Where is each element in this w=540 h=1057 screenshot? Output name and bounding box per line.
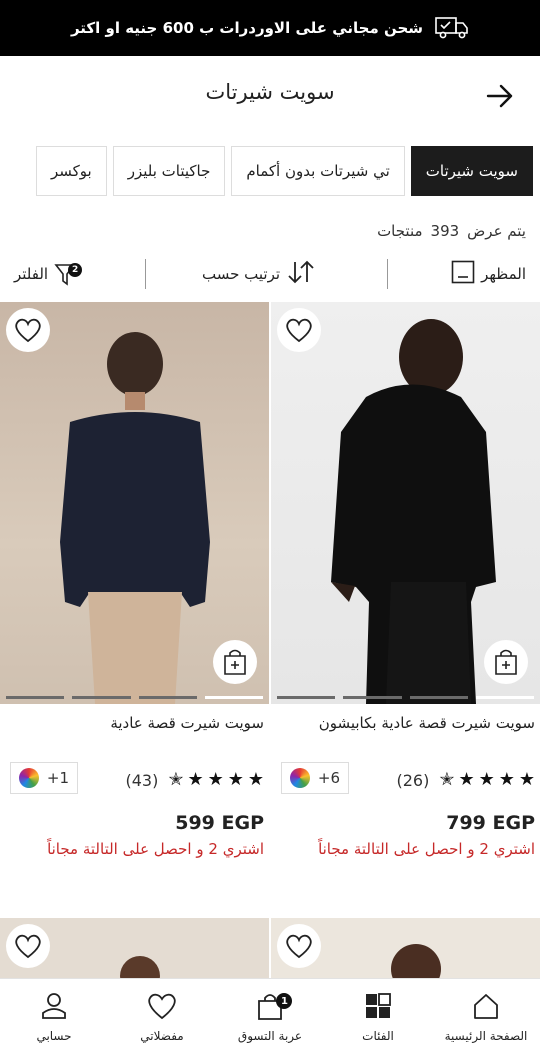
sort-button[interactable]: ترتيب حسب <box>202 256 316 292</box>
bottom-nav: الصفحة الرئيسية الفئات 1 عربة التسوق مفض… <box>0 978 540 1057</box>
rating-count: (26) <box>396 770 430 790</box>
product-promo: اشتري 2 و احصل على التالتة مجاناً <box>47 840 264 858</box>
color-wheel-icon <box>290 768 310 788</box>
filter-icon: 2 <box>54 261 83 287</box>
nav-categories[interactable]: الفئات <box>324 979 432 1057</box>
heart-icon <box>147 991 177 1025</box>
filter-button[interactable]: الفلتر 2 <box>14 256 83 292</box>
color-count: +1 <box>46 769 69 787</box>
categories-icon <box>363 991 393 1025</box>
filter-label: الفلتر <box>14 265 49 283</box>
star-icon: ★ <box>227 769 244 790</box>
promo-bar: شحن مجاني على الاوردرات ب 600 جنيه او اك… <box>0 0 540 56</box>
nav-wishlist[interactable]: مفضلاتي <box>108 979 216 1057</box>
nav-label: الصفحة الرئيسية <box>444 1029 528 1043</box>
filter-badge: 2 <box>68 263 83 277</box>
listing-toolbar: المظهر ترتيب حسب الفلتر 2 <box>0 256 540 292</box>
page-header: سويت شيرتات <box>0 56 540 136</box>
star-icon: ★ <box>498 769 515 790</box>
view-icon <box>451 260 475 288</box>
star-half-icon: ✭ <box>168 769 184 790</box>
star-icon: ★ <box>478 769 495 790</box>
truck-icon <box>435 16 469 40</box>
result-count: يتم عرض 393 منتجات <box>377 222 526 240</box>
add-to-cart-button[interactable] <box>213 640 257 684</box>
product-price: 799 EGP <box>446 812 535 834</box>
nav-cart[interactable]: 1 عربة التسوق <box>216 979 324 1057</box>
star-icon: ★ <box>207 769 224 790</box>
star-icon: ★ <box>458 769 475 790</box>
page-title: سويت شيرتات <box>205 80 335 104</box>
product-rating: ★ ★ ★ ★ ✭ (26) <box>397 768 536 792</box>
product-price: 599 EGP <box>175 812 264 834</box>
color-count: +6 <box>317 769 340 787</box>
user-icon <box>39 991 69 1025</box>
view-toggle[interactable]: المظهر <box>451 256 526 292</box>
chip-boxers[interactable]: بوكسر <box>35 146 107 196</box>
add-to-cart-button[interactable] <box>484 640 528 684</box>
sort-label: ترتيب حسب <box>202 265 281 283</box>
product-name[interactable]: سويت شيرت قصة عادية بكابيشون <box>319 714 535 732</box>
color-variants-button[interactable]: +1 <box>10 762 78 794</box>
star-icon: ★ <box>518 769 535 790</box>
nav-label: عربة التسوق <box>237 1029 303 1043</box>
wishlist-button[interactable] <box>6 924 50 968</box>
nav-home[interactable]: الصفحة الرئيسية <box>432 979 540 1057</box>
wishlist-button[interactable] <box>277 308 321 352</box>
arrow-right-icon[interactable] <box>484 80 516 112</box>
promo-text: شحن مجاني على الاوردرات ب 600 جنيه او اك… <box>70 19 424 37</box>
nav-label: مفضلاتي <box>140 1029 184 1043</box>
rating-count: (43) <box>125 770 159 790</box>
nav-label: الفئات <box>362 1029 394 1043</box>
image-carousel-dots <box>6 696 263 699</box>
star-icon: ★ <box>247 769 264 790</box>
view-label: المظهر <box>481 265 526 283</box>
home-icon <box>471 991 501 1025</box>
chip-sweatshirts[interactable]: سويت شيرتات <box>410 146 533 196</box>
nav-label: حسابي <box>36 1029 72 1043</box>
chip-sleeveless-tshirts[interactable]: تي شيرتات بدون أكمام <box>231 146 405 196</box>
wishlist-button[interactable] <box>6 308 50 352</box>
sort-icon <box>286 259 316 289</box>
color-variants-button[interactable]: +6 <box>281 762 349 794</box>
product-rating: ★ ★ ★ ★ ✭ (43) <box>126 768 265 792</box>
wishlist-button[interactable] <box>277 924 321 968</box>
nav-account[interactable]: حسابي <box>0 979 108 1057</box>
chip-blazer-jackets[interactable]: جاكيتات بليزر <box>112 146 226 196</box>
image-carousel-dots <box>277 696 534 699</box>
divider <box>145 259 146 289</box>
product-image[interactable] <box>0 302 269 704</box>
product-promo: اشتري 2 و احصل على التالتة مجاناً <box>318 840 535 858</box>
category-chips: سويت شيرتات تي شيرتات بدون أكمام جاكيتات… <box>35 146 533 198</box>
divider <box>387 259 388 289</box>
product-name[interactable]: سويت شيرت قصة عادية <box>110 714 264 732</box>
star-icon: ★ <box>187 769 204 790</box>
star-half-icon: ✭ <box>439 769 455 790</box>
color-wheel-icon <box>19 768 39 788</box>
product-image[interactable] <box>271 302 540 704</box>
cart-badge: 1 <box>276 993 293 1009</box>
